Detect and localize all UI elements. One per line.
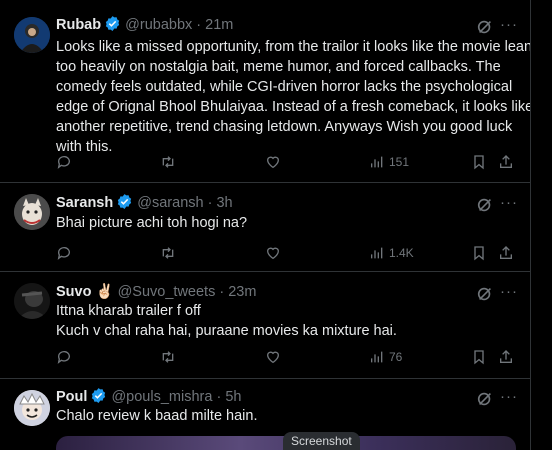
separator-dot: · — [216, 389, 222, 405]
bookmark-button[interactable] — [471, 152, 487, 172]
share-button[interactable] — [498, 243, 514, 263]
bookmark-button[interactable] — [471, 347, 487, 367]
display-name[interactable]: Poul — [56, 389, 87, 405]
user-handle[interactable]: @Suvo_tweets — [118, 284, 216, 300]
tweet[interactable]: Saransh @saransh · 3h ··· Bhai picture a… — [0, 182, 530, 272]
views-button[interactable]: 151 — [369, 152, 409, 172]
tweet[interactable]: Rubab @rubabbx · 21m ··· Looks like a mi… — [0, 0, 530, 183]
action-bar: 1.4K — [56, 243, 518, 263]
views-icon — [371, 351, 383, 363]
retweet-icon — [162, 247, 174, 259]
display-name[interactable]: Rubab — [56, 17, 101, 33]
bookmark-icon — [474, 246, 484, 261]
verified-badge-icon — [105, 16, 120, 31]
verified-badge-icon — [92, 388, 106, 403]
bookmark-icon — [474, 155, 484, 170]
more-icon[interactable]: ··· — [500, 17, 517, 33]
timestamp[interactable]: 3h — [216, 195, 232, 211]
reply-button[interactable] — [56, 152, 72, 172]
share-icon — [500, 350, 512, 363]
retweet-icon — [162, 351, 174, 363]
display-name[interactable]: Suvo — [56, 284, 91, 300]
views-icon — [371, 156, 383, 168]
more-icon[interactable]: ··· — [500, 284, 517, 300]
reply-icon — [57, 247, 70, 260]
screenshot-overlay-label: Screenshot — [283, 432, 360, 450]
separator-dot: · — [207, 195, 213, 211]
views-count: 1.4K — [389, 246, 414, 260]
separator-dot: · — [219, 284, 225, 300]
reply-button[interactable] — [56, 347, 72, 367]
verified-badge-icon — [118, 194, 132, 209]
tweet-header: Suvo ✌🏻 @Suvo_tweets · 23m — [56, 282, 530, 302]
tweet-header: Poul @pouls_mishra · 5h — [56, 387, 530, 407]
share-button[interactable] — [498, 152, 514, 172]
share-icon — [500, 155, 512, 168]
action-bar: 151 — [56, 152, 518, 172]
retweet-icon — [162, 156, 174, 168]
timestamp[interactable]: 5h — [225, 389, 241, 405]
like-icon — [266, 247, 280, 260]
more-icon[interactable]: ··· — [500, 195, 517, 211]
avatar[interactable] — [14, 194, 50, 230]
tweet-header: Saransh @saransh · 3h — [56, 193, 530, 213]
reply-button[interactable] — [56, 243, 72, 263]
timeline: Rubab @rubabbx · 21m ··· Looks like a mi… — [0, 0, 531, 450]
reply-icon — [57, 156, 70, 169]
retweet-button[interactable] — [160, 152, 176, 172]
like-button[interactable] — [265, 243, 281, 263]
like-button[interactable] — [265, 347, 281, 367]
tweet-text: Looks like a missed opportunity, from th… — [56, 39, 531, 155]
tweet[interactable]: Suvo ✌🏻 @Suvo_tweets · 23m ··· Ittna kha… — [0, 271, 530, 379]
views-count: 76 — [389, 350, 403, 364]
share-button[interactable] — [498, 347, 514, 367]
name-emoji: ✌🏻 — [95, 284, 114, 300]
tweet-header: Rubab @rubabbx · 21m — [56, 15, 530, 35]
reply-icon — [57, 351, 70, 364]
like-button[interactable] — [265, 152, 281, 172]
more-icon[interactable]: ··· — [500, 389, 517, 405]
tweet-text: Ittna kharab trailer f off Kuch v chal r… — [56, 303, 397, 339]
views-icon — [371, 247, 383, 259]
like-icon — [266, 351, 280, 364]
views-button[interactable]: 76 — [369, 347, 402, 367]
separator-dot: · — [196, 17, 202, 33]
retweet-button[interactable] — [160, 347, 176, 367]
like-icon — [266, 156, 280, 169]
timestamp[interactable]: 23m — [228, 284, 256, 300]
bookmark-icon — [474, 350, 484, 365]
tweet-text: Chalo review k baad milte hain. — [56, 408, 258, 424]
bookmark-button[interactable] — [471, 243, 487, 263]
share-icon — [500, 246, 512, 259]
display-name[interactable]: Saransh — [56, 195, 113, 211]
user-handle[interactable]: @pouls_mishra — [111, 389, 212, 405]
views-button[interactable]: 1.4K — [369, 243, 414, 263]
retweet-button[interactable] — [160, 243, 176, 263]
grok-icon[interactable] — [476, 196, 494, 214]
user-handle[interactable]: @rubabbx — [125, 17, 192, 33]
views-count: 151 — [389, 155, 410, 169]
grok-icon[interactable] — [476, 18, 494, 36]
avatar[interactable] — [14, 283, 50, 319]
tweet-text: Bhai picture achi toh hogi na? — [56, 215, 248, 231]
user-handle[interactable]: @saransh — [137, 195, 203, 211]
timestamp[interactable]: 21m — [205, 17, 233, 33]
avatar[interactable] — [14, 17, 50, 53]
avatar[interactable] — [14, 390, 50, 426]
action-bar: 76 — [56, 347, 518, 367]
